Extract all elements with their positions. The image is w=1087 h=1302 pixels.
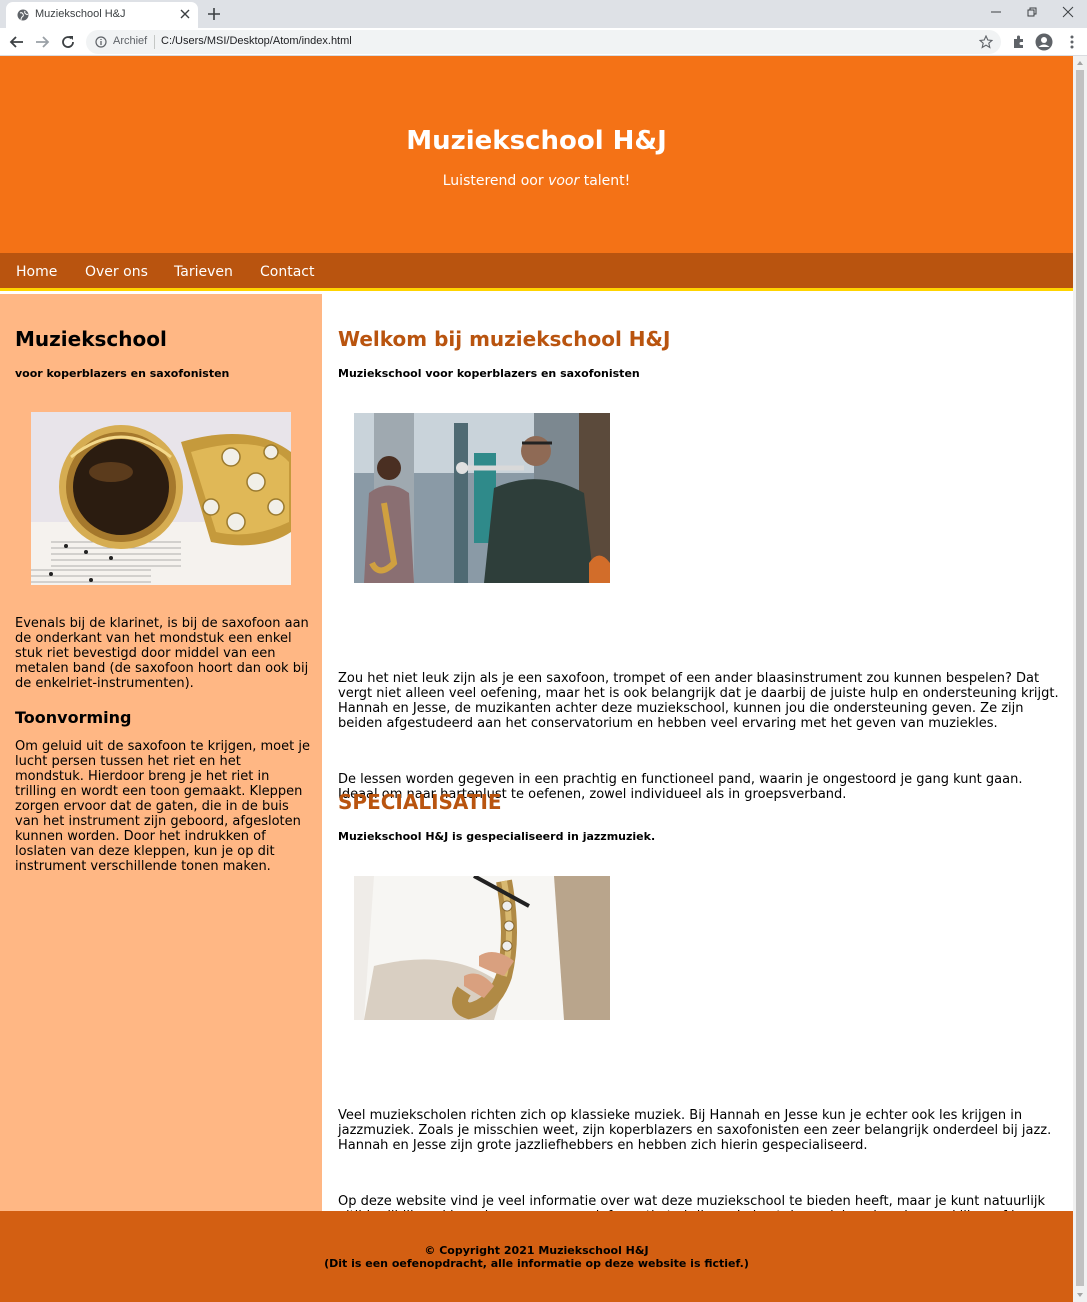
scrollbar-thumb[interactable] (1076, 70, 1084, 1286)
intro-paragraph: Zou het niet leuk zijn als je een saxofo… (338, 671, 1059, 731)
security-label: Archief (113, 35, 148, 47)
page-scrollbar[interactable] (1073, 56, 1087, 1302)
browser-toolbar: Archief C:/Users/MSI/Desktop/Atom/index.… (0, 28, 1087, 56)
extensions-icon[interactable] (1010, 33, 1028, 51)
toonvorming-text: Om geluid uit de saxofoon te krijgen, mo… (15, 739, 310, 874)
main-navigation: Home Over ons Tarieven Contact (0, 253, 1073, 291)
jazz-paragraph: Veel muziekscholen richten zich op klass… (338, 1108, 1052, 1153)
nav-link-tarieven[interactable]: Tarieven (174, 264, 233, 280)
forward-icon[interactable] (34, 34, 50, 50)
bookmark-star-icon[interactable] (979, 35, 993, 49)
close-tab-icon[interactable] (180, 9, 190, 19)
disclaimer-text: (Dit is een oefenopdracht, alle informat… (324, 1257, 749, 1270)
musicians-photo (354, 413, 610, 583)
restore-icon[interactable] (1025, 5, 1039, 19)
globe-icon (17, 9, 29, 21)
url-text[interactable]: C:/Users/MSI/Desktop/Atom/index.html (161, 35, 352, 47)
close-window-icon[interactable] (1061, 5, 1075, 19)
scroll-up-icon[interactable] (1077, 61, 1083, 65)
nav-link-contact[interactable]: Contact (260, 264, 314, 280)
toonvorming-heading: Toonvorming (15, 708, 132, 727)
nav-link-over-ons[interactable]: Over ons (85, 264, 148, 280)
minimize-icon[interactable] (989, 5, 1003, 19)
welcome-subtitle: Muziekschool voor koperblazers en saxofo… (338, 367, 640, 380)
browser-tab-bar: Muziekschool H&J (0, 0, 1087, 28)
tagline-text: Luisterend oor (442, 173, 549, 189)
new-tab-icon[interactable] (207, 7, 221, 21)
saxophonist-photo (354, 876, 610, 1020)
scroll-down-icon[interactable] (1077, 1293, 1083, 1297)
address-separator (154, 35, 155, 49)
nav-link-home[interactable]: Home (16, 264, 57, 280)
menu-dots-icon[interactable] (1063, 33, 1081, 51)
site-header: Muziekschool H&J Luisterend oor voor tal… (0, 56, 1073, 253)
saxophone-photo (31, 412, 291, 585)
site-tagline: Luisterend oor voor talent! (0, 173, 1073, 189)
reload-icon[interactable] (60, 34, 76, 50)
profile-avatar-icon[interactable] (1035, 33, 1053, 51)
tab-title: Muziekschool H&J (35, 8, 126, 20)
welcome-heading: Welkom bij muziekschool H&J (338, 327, 671, 351)
specialisatie-subtitle: Muziekschool H&J is gespecialiseerd in j… (338, 830, 656, 843)
sidebar-intro-text: Evenals bij de klarinet, is bij de saxof… (15, 616, 309, 691)
info-icon[interactable] (95, 36, 107, 48)
specialisatie-heading: SPECIALISATIE (338, 790, 502, 814)
back-icon[interactable] (9, 34, 25, 50)
address-bar[interactable]: Archief C:/Users/MSI/Desktop/Atom/index.… (86, 30, 1001, 54)
browser-tab[interactable]: Muziekschool H&J (6, 2, 198, 28)
main-content: Welkom bij muziekschool H&J Muziekschool… (322, 294, 1073, 1239)
site-title: Muziekschool H&J (406, 126, 667, 156)
tagline-text-end: talent! (579, 173, 631, 189)
sidebar: Muziekschool voor koperblazers en saxofo… (0, 294, 322, 1211)
copyright-text: © Copyright 2021 Muziekschool H&J (424, 1244, 649, 1257)
sidebar-title: Muziekschool (15, 327, 167, 351)
site-footer: © Copyright 2021 Muziekschool H&J (Dit i… (0, 1211, 1073, 1302)
web-page: Muziekschool H&J Luisterend oor voor tal… (0, 56, 1073, 1302)
tagline-emphasis: voor (548, 173, 580, 189)
sidebar-subtitle: voor koperblazers en saxofonisten (15, 367, 230, 380)
